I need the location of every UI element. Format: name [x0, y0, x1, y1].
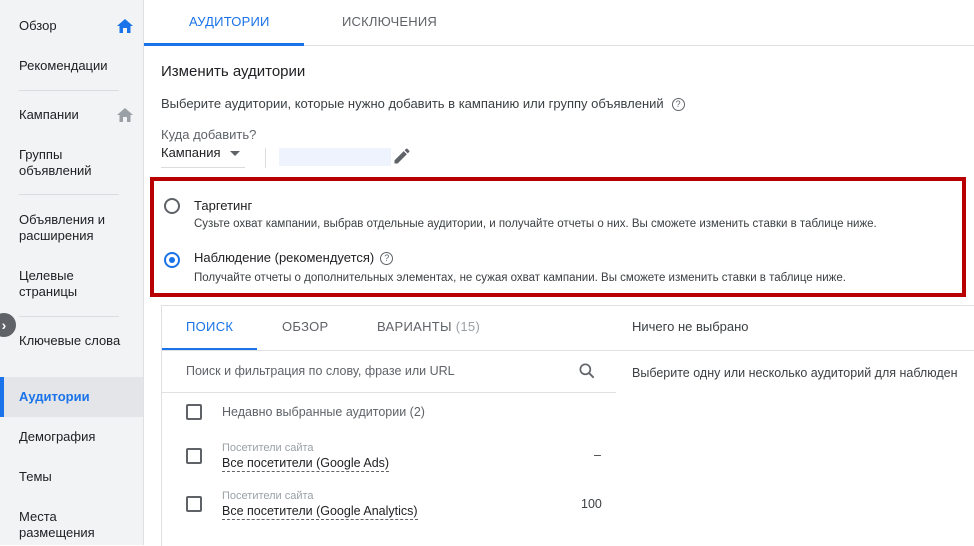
option-title-observation-text: Наблюдение (рекомендуется)	[194, 250, 375, 265]
audience-size: 100	[581, 497, 602, 511]
section-description-text: Выберите аудитории, которые нужно добави…	[161, 96, 664, 111]
add-to-label: Куда добавить?	[161, 127, 257, 142]
campaign-name-redacted	[279, 148, 391, 166]
help-icon[interactable]: ?	[380, 252, 394, 265]
section-title: Изменить аудитории	[161, 63, 306, 80]
pencil-icon[interactable]	[392, 146, 412, 166]
option-desc-targeting: Сузьте охват кампании, выбрав отдельные …	[194, 218, 877, 230]
divider	[162, 350, 617, 351]
tab-exclusions[interactable]: ИСКЛЮЧЕНИЯ	[342, 14, 437, 29]
audience-size: –	[594, 448, 601, 462]
option-title-targeting: Таргетинг	[194, 198, 253, 213]
caret-down-icon	[230, 151, 240, 156]
divider	[162, 392, 617, 393]
sidebar-item-demographics[interactable]: Демография	[19, 429, 135, 445]
tab-underline	[162, 348, 257, 350]
option-title-observation: Наблюдение (рекомендуется)?	[194, 250, 394, 265]
recent-audiences-label: Недавно выбранные аудитории (2)	[222, 405, 425, 419]
checkbox-audience[interactable]	[186, 448, 202, 464]
sidebar-item-audiences[interactable]: Аудитории	[19, 389, 135, 405]
option-desc-observation: Получайте отчеты о дополнительных элемен…	[194, 272, 846, 284]
tab-ideas[interactable]: ВАРИАНТЫ (15)	[377, 319, 480, 334]
selected-audiences-panel: Ничего не выбрано Выберите одну или неск…	[616, 305, 974, 546]
help-icon[interactable]: ?	[671, 98, 685, 111]
radio-observation[interactable]	[164, 252, 180, 268]
chevron-right-icon[interactable]: ›	[0, 313, 16, 337]
section-description: Выберите аудитории, которые нужно добави…	[161, 96, 685, 111]
checkbox-audience[interactable]	[186, 496, 202, 512]
audience-category: Посетители сайта	[222, 490, 314, 502]
radio-targeting[interactable]	[164, 198, 180, 214]
nav-active-indicator	[0, 377, 4, 417]
main-content: АУДИТОРИИ ИСКЛЮЧЕНИЯ Изменить аудитории …	[143, 0, 974, 546]
checkbox-recent[interactable]	[186, 404, 202, 420]
nav-divider	[19, 194, 119, 195]
top-tabs: АУДИТОРИИ ИСКЛЮЧЕНИЯ	[144, 0, 974, 46]
audience-name[interactable]: Все посетители (Google Analytics)	[222, 504, 418, 520]
tab-audiences[interactable]: АУДИТОРИИ	[189, 14, 270, 29]
sidebar-item-topics[interactable]: Темы	[19, 469, 135, 485]
nav-divider	[19, 90, 119, 91]
tab-ideas-count: (15)	[455, 319, 481, 334]
sidebar: Обзор Рекомендации Кампании Группы объяв…	[0, 0, 143, 545]
divider	[265, 148, 266, 168]
audience-name[interactable]: Все посетители (Google Ads)	[222, 456, 390, 472]
sidebar-item-placements[interactable]: Места размещения	[19, 509, 135, 541]
home-icon	[117, 19, 133, 33]
level-select-value: Кампания	[161, 145, 221, 160]
audience-category: Посетители сайта	[222, 442, 314, 454]
sidebar-item-ad-groups[interactable]: Группы объявлений	[19, 147, 135, 179]
sidebar-item-recommendations[interactable]: Рекомендации	[19, 58, 135, 74]
tab-search[interactable]: ПОИСК	[186, 319, 233, 334]
tab-ideas-label: ВАРИАНТЫ	[377, 319, 452, 334]
tab-underline	[144, 43, 304, 46]
level-select[interactable]: Кампания	[161, 145, 245, 168]
selected-hint: Выберите одну или несколько аудиторий дл…	[632, 366, 958, 380]
sidebar-item-keywords[interactable]: Ключевые слова	[19, 333, 135, 349]
search-input[interactable]: Поиск и фильтрация по слову, фразе или U…	[186, 364, 455, 378]
sidebar-item-landing-pages[interactable]: Целевые страницы	[19, 268, 135, 300]
sidebar-item-ads-extensions[interactable]: Объявления и расширения	[19, 212, 135, 244]
home-icon	[117, 108, 133, 122]
divider	[616, 350, 974, 351]
search-icon[interactable]	[577, 361, 597, 381]
audience-browser: ПОИСК ОБЗОР ВАРИАНТЫ (15) Поиск и фильтр…	[161, 305, 618, 546]
targeting-mode-group: Таргетинг Сузьте охват кампании, выбрав …	[150, 177, 966, 297]
tab-browse[interactable]: ОБЗОР	[282, 319, 329, 334]
nav-divider	[19, 316, 119, 317]
selected-header: Ничего не выбрано	[632, 319, 749, 334]
